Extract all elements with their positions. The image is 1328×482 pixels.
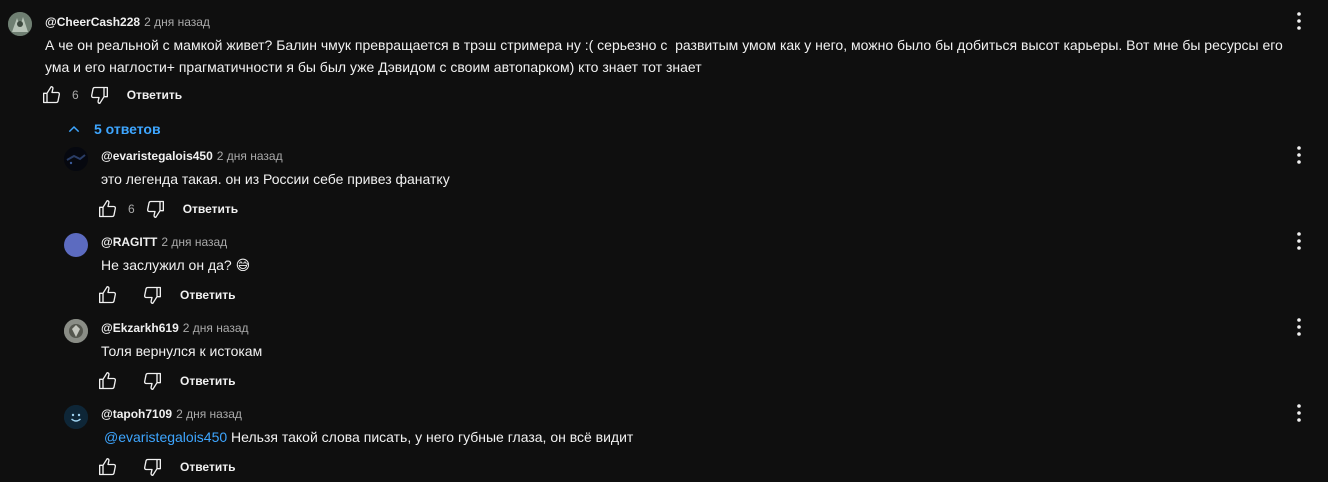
avatar[interactable] [64,405,88,429]
comment-header: @evaristegalois450 2 дня назад [101,148,283,164]
comment-author[interactable]: @tapoh7109 [101,407,172,421]
more-vert-icon [1297,146,1301,164]
more-vert-icon [1297,232,1301,250]
smiley-face-icon [64,405,88,429]
avatar[interactable] [64,147,88,171]
dislike-button[interactable] [140,369,164,393]
thumbs-up-icon [99,372,117,390]
avatar[interactable] [64,233,88,257]
like-button[interactable] [40,83,64,107]
like-button[interactable] [96,283,120,307]
comment-text-body: Нельзя такой слова писать, у него губные… [227,429,634,445]
comment-author[interactable]: @Ekzarkh619 [101,321,179,335]
reply-button[interactable]: Ответить [180,460,235,474]
dislike-button[interactable] [87,83,111,107]
replies-count-label: 5 ответов [94,121,161,137]
more-vert-icon [1297,12,1301,30]
thumbs-down-icon [146,200,164,218]
chevron-up-icon [68,125,80,133]
like-button[interactable] [96,455,120,479]
dislike-button[interactable] [140,455,164,479]
like-count: 6 [128,202,135,216]
avatar-image-icon [8,12,32,36]
like-button[interactable] [96,197,120,221]
more-actions-button[interactable] [1287,315,1311,339]
dislike-button[interactable] [140,283,164,307]
comment-actions: Ответить [96,283,235,307]
comment-time[interactable]: 2 дня назад [176,407,242,421]
comment-header: @tapoh7109 2 дня назад [101,406,242,422]
comment-actions: 6 Ответить [96,197,238,221]
reply-button[interactable]: Ответить [127,88,182,102]
avatar[interactable] [64,319,88,343]
comment-actions: Ответить [96,455,235,479]
comment-time[interactable]: 2 дня назад [144,15,210,29]
thumbs-down-icon [143,286,161,304]
comment-header: @CheerCash228 2 дня назад [45,14,210,30]
comment-text: это легенда такая. он из России себе при… [101,171,450,187]
comment-header: @Ekzarkh619 2 дня назад [101,320,249,336]
like-button[interactable] [96,369,120,393]
thumbs-down-icon [90,86,108,105]
reply-button[interactable]: Ответить [183,202,238,216]
more-actions-button[interactable] [1287,9,1311,33]
avatar[interactable] [8,12,32,36]
mention-link[interactable]: @evaristegalois450 [104,429,227,445]
reply-button[interactable]: Ответить [180,288,235,302]
comment-actions: Ответить [96,369,235,393]
thumbs-up-icon [99,200,117,218]
thumbs-up-icon [99,458,117,476]
more-actions-button[interactable] [1287,401,1311,425]
comment-time[interactable]: 2 дня назад [183,321,249,335]
more-vert-icon [1297,404,1301,422]
comment-thread: @CheerCash228 2 дня назад А че он реально… [0,0,1328,482]
thumbs-up-icon [43,86,61,104]
replies-toggle-button[interactable]: 5 ответов [66,119,161,139]
comment-text: Не заслужил он да? 😅 [101,257,251,273]
comment-text: Толя вернулся к истокам [101,343,263,359]
like-count: 6 [72,88,79,102]
comment-actions: 6 Ответить [40,83,182,107]
thumbs-up-icon [99,286,117,304]
thumbs-down-icon [143,372,161,390]
more-actions-button[interactable] [1287,143,1311,167]
comment-text: @evaristegalois450 Нельзя такой слова пи… [101,426,633,448]
more-vert-icon [1297,318,1301,336]
comment-header: @RAGITT 2 дня назад [101,234,227,250]
avatar-image-icon [64,147,88,171]
comment-author[interactable]: @CheerCash228 [45,15,140,29]
comment-time[interactable]: 2 дня назад [217,149,283,163]
thumbs-down-icon [143,458,161,476]
comment-text: А че он реальной с мамкой живет? Балин ч… [45,37,1287,75]
comment-time[interactable]: 2 дня назад [161,235,227,249]
avatar-image-icon [64,319,88,343]
comment-author[interactable]: @RAGITT [101,235,157,249]
more-actions-button[interactable] [1287,229,1311,253]
comment-author[interactable]: @evaristegalois450 [101,149,213,163]
dislike-button[interactable] [143,197,167,221]
reply-button[interactable]: Ответить [180,374,235,388]
